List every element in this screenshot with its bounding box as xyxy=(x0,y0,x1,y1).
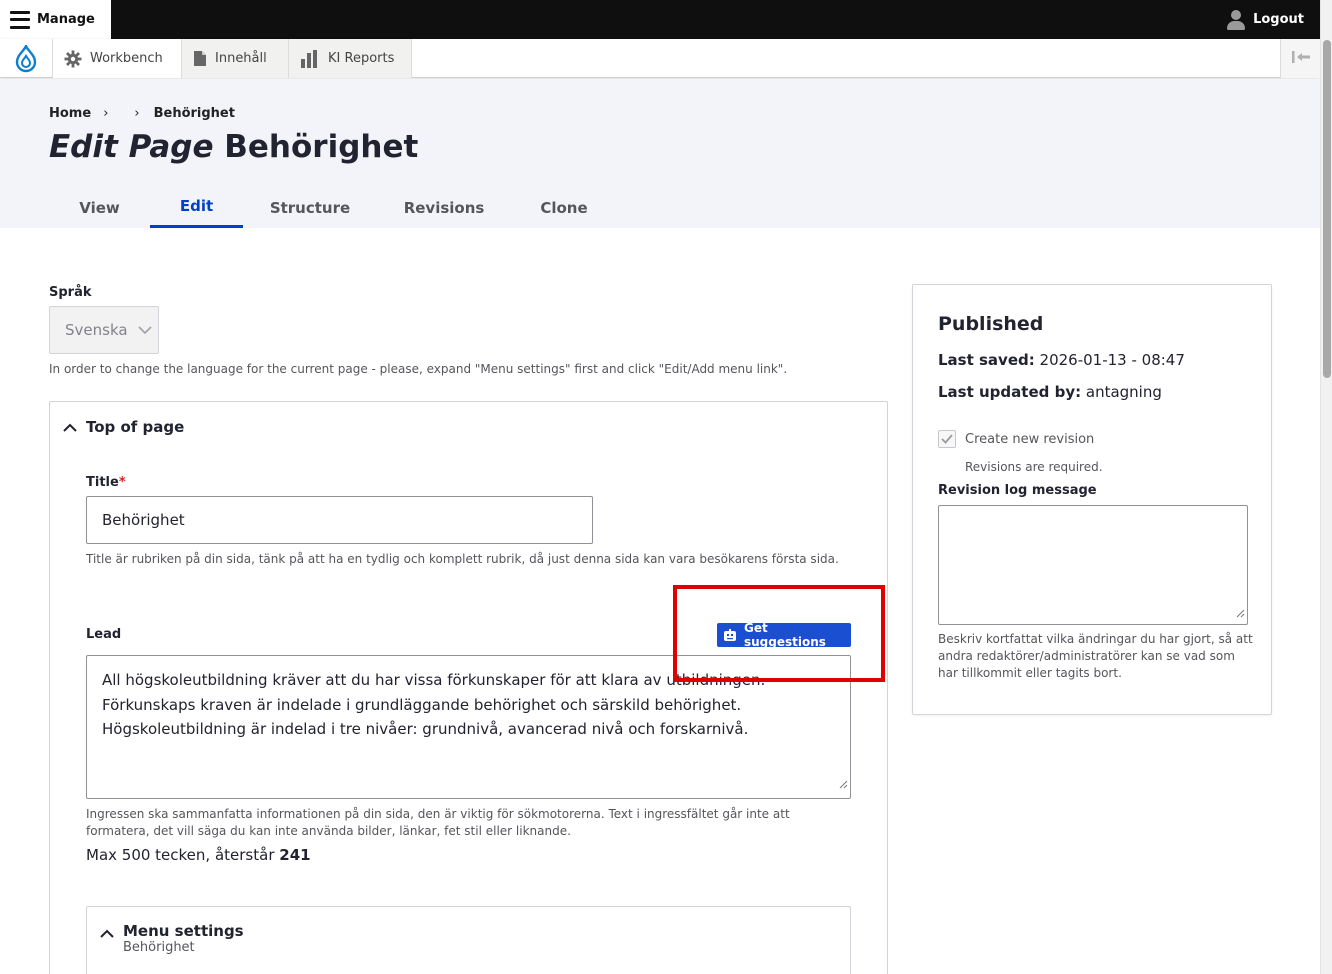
vertical-scrollbar[interactable] xyxy=(1320,0,1332,974)
tray-item-innehall[interactable]: Innehåll xyxy=(182,39,289,78)
lead-text: All högskoleutbildning kräver att du har… xyxy=(102,671,766,738)
page-title-name: Behörighet xyxy=(224,129,419,165)
chevron-up-icon xyxy=(63,423,77,432)
breadcrumb-separator-icon: › xyxy=(134,106,140,121)
last-updated: Last updated by: antagning xyxy=(938,383,1162,401)
language-value: Svenska xyxy=(65,321,128,339)
counter-text: Max 500 tecken, återstår xyxy=(86,846,275,864)
chevron-up-icon xyxy=(100,929,114,938)
chevron-down-icon xyxy=(138,325,152,335)
last-updated-value: antagning xyxy=(1085,383,1162,401)
breadcrumb-home[interactable]: Home xyxy=(49,106,91,121)
gear-icon xyxy=(64,50,82,68)
primary-tabs: View Edit Structure Revisions Clone xyxy=(49,187,617,228)
tray-item-workbench[interactable]: Workbench xyxy=(53,39,182,78)
toolbar-tray: Workbench Innehåll KI Reports xyxy=(0,39,1320,78)
manage-toggle[interactable]: Manage xyxy=(0,0,111,39)
lead-description: Ingressen ska sammanfatta informationen … xyxy=(86,807,790,838)
last-updated-label: Last updated by: xyxy=(938,383,1082,401)
title-label: Title* xyxy=(86,475,126,490)
collapse-arrow-icon xyxy=(1291,49,1311,68)
breadcrumb-current: Behörighet xyxy=(153,106,235,121)
page-header: Home › › Behörighet Edit Page Behörighet… xyxy=(0,79,1320,228)
lead-label: Lead xyxy=(86,627,122,642)
tab-clone[interactable]: Clone xyxy=(511,187,617,228)
tray-item-label: KI Reports xyxy=(328,51,395,66)
create-revision-row: Create new revision xyxy=(938,430,1094,448)
revision-required-text: Revisions are required. xyxy=(965,460,1103,474)
tab-view[interactable]: View xyxy=(49,187,150,228)
breadcrumb-separator-icon: › xyxy=(103,106,109,121)
revision-log-label: Revision log message xyxy=(938,483,1097,498)
drupal-logo-icon[interactable] xyxy=(0,39,53,78)
revision-log-description: Beskriv kortfattat vilka ändringar du ha… xyxy=(938,632,1253,680)
tab-structure[interactable]: Structure xyxy=(243,187,377,228)
logout-link[interactable]: Logout xyxy=(1227,0,1304,39)
resize-handle-icon[interactable] xyxy=(1236,603,1245,622)
publish-status: Published xyxy=(938,313,1044,335)
top-of-page-summary[interactable]: Top of page xyxy=(63,418,184,436)
logout-label: Logout xyxy=(1253,12,1304,27)
counter-value: 241 xyxy=(279,846,311,864)
entity-meta-panel: Published Last saved: 2026-01-13 - 08:47… xyxy=(912,284,1272,715)
create-revision-label: Create new revision xyxy=(965,431,1095,447)
language-select[interactable]: Svenska xyxy=(49,306,159,354)
tray-orientation-toggle[interactable] xyxy=(1280,39,1320,78)
menu-settings-title: Menu settings xyxy=(123,922,244,940)
lead-character-counter: Max 500 tecken, återstår 241 xyxy=(86,846,311,864)
admin-toolbar: Manage Logout xyxy=(0,0,1320,39)
user-icon xyxy=(1227,9,1246,30)
required-marker: * xyxy=(118,475,126,490)
title-label-text: Title xyxy=(86,475,119,490)
document-icon xyxy=(193,50,207,67)
menu-settings-details: Menu settings Behörighet xyxy=(86,906,851,974)
revision-log-textarea[interactable] xyxy=(938,505,1248,625)
manage-label: Manage xyxy=(37,12,95,27)
language-label: Språk xyxy=(49,285,92,300)
last-saved-value: 2026-01-13 - 08:47 xyxy=(1039,351,1185,369)
tray-item-label: Workbench xyxy=(90,51,163,66)
menu-settings-summary[interactable]: Menu settings Behörighet xyxy=(100,923,244,955)
title-input[interactable]: Behörighet xyxy=(86,496,593,544)
scrollbar-thumb[interactable] xyxy=(1323,40,1331,378)
resize-handle-icon[interactable] xyxy=(839,772,848,797)
language-description: In order to change the language for the … xyxy=(49,362,788,376)
tab-revisions[interactable]: Revisions xyxy=(377,187,511,228)
create-revision-checkbox[interactable] xyxy=(938,430,956,448)
tray-item-label: Innehåll xyxy=(215,51,267,66)
page-title-prefix: Edit Page xyxy=(49,129,214,165)
bar-chart-icon xyxy=(300,49,320,68)
tab-edit[interactable]: Edit xyxy=(150,187,243,228)
last-saved-label: Last saved: xyxy=(938,351,1035,369)
menu-settings-subtitle: Behörighet xyxy=(123,940,195,955)
top-of-page-label: Top of page xyxy=(86,418,185,436)
page-title: Edit Page Behörighet xyxy=(49,129,418,165)
hamburger-icon xyxy=(10,10,30,29)
breadcrumb: Home › › Behörighet xyxy=(49,106,235,121)
tray-item-ki-reports[interactable]: KI Reports xyxy=(289,39,412,78)
highlight-box xyxy=(673,585,885,682)
title-description: Title är rubriken på din sida, tänk på a… xyxy=(86,552,839,566)
last-saved: Last saved: 2026-01-13 - 08:47 xyxy=(938,351,1185,369)
